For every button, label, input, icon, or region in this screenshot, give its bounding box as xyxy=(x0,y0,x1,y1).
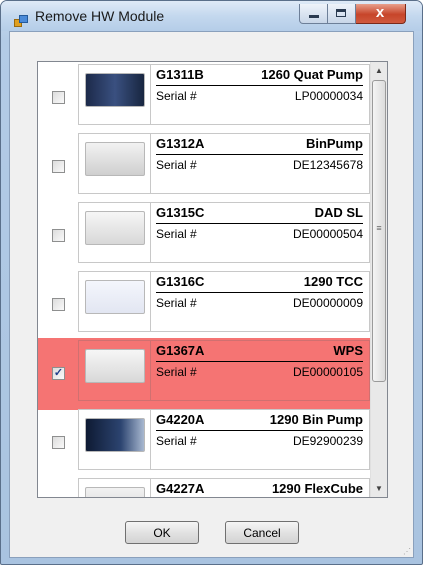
serial-value: DE12345678 xyxy=(292,158,363,172)
close-icon: x xyxy=(375,4,385,21)
vertical-scrollbar[interactable]: ▲ ≡ ▼ xyxy=(370,62,387,497)
maximize-icon xyxy=(336,9,346,17)
card-divider xyxy=(150,410,151,469)
card-divider xyxy=(150,65,151,124)
serial-label: Serial # xyxy=(156,434,197,448)
scroll-down-button[interactable]: ▼ xyxy=(371,480,387,497)
module-card[interactable]: G4227A1290 FlexCubeSerial # xyxy=(78,478,370,497)
serial-label: Serial # xyxy=(156,158,197,172)
module-model: G4227A xyxy=(156,481,205,496)
module-card[interactable]: G4220A 1290 Bin Pump Serial # DE92900239 xyxy=(78,409,370,470)
maximize-button[interactable] xyxy=(328,4,356,24)
serial-value: DE92900239 xyxy=(292,434,363,448)
cancel-button[interactable]: Cancel xyxy=(225,521,299,544)
module-card[interactable]: G1315C DAD SL Serial # DE00000504 xyxy=(78,202,370,263)
checkmark-icon: ✓ xyxy=(53,367,64,379)
module-model: G1316C xyxy=(156,274,205,289)
scrollbar-thumb[interactable]: ≡ xyxy=(372,80,386,382)
grip-icon: ≡ xyxy=(376,223,382,233)
card-divider xyxy=(150,203,151,262)
module-card[interactable]: G1311B 1260 Quat Pump Serial # LP00000034 xyxy=(78,64,370,125)
module-model: G1315C xyxy=(156,205,205,220)
scroll-up-button[interactable]: ▲ xyxy=(371,62,387,79)
header-underline xyxy=(156,430,363,431)
chevron-up-icon: ▲ xyxy=(375,66,383,75)
header-underline xyxy=(156,361,363,362)
module-thumbnail xyxy=(85,73,145,107)
module-thumbnail xyxy=(85,349,145,383)
header-underline xyxy=(156,223,363,224)
list-item[interactable]: G1316C 1290 TCC Serial # DE00000009 xyxy=(38,269,370,341)
close-button[interactable]: x xyxy=(356,4,406,24)
card-divider xyxy=(150,134,151,193)
module-checkbox[interactable] xyxy=(52,298,65,311)
module-name: 1260 Quat Pump xyxy=(261,67,363,82)
title-bar[interactable]: Remove HW Module x xyxy=(1,1,422,31)
module-name: 1290 Bin Pump xyxy=(269,412,363,427)
module-thumbnail xyxy=(85,142,145,176)
module-checkbox[interactable] xyxy=(52,436,65,449)
minimize-button[interactable] xyxy=(299,4,328,24)
serial-value: DE00000504 xyxy=(292,227,363,241)
header-underline xyxy=(156,154,363,155)
module-name: WPS xyxy=(333,343,363,358)
header-underline xyxy=(156,85,363,86)
resize-grip-icon[interactable]: ⋰ xyxy=(403,547,411,556)
list-item[interactable]: G4227A1290 FlexCubeSerial # xyxy=(38,476,370,497)
list-item[interactable]: G1315C DAD SL Serial # DE00000504 xyxy=(38,200,370,272)
module-thumbnail xyxy=(85,487,145,497)
module-name: DAD SL xyxy=(314,205,363,220)
module-card[interactable]: G1367A WPS Serial # DE00000105 xyxy=(78,340,370,401)
serial-label: Serial # xyxy=(156,89,197,103)
serial-label: Serial # xyxy=(156,296,197,310)
module-list[interactable]: G1311B 1260 Quat Pump Serial # LP00000034 G1… xyxy=(37,61,388,498)
module-checkbox[interactable] xyxy=(52,91,65,104)
module-model: G1312A xyxy=(156,136,205,151)
module-card[interactable]: G1316C 1290 TCC Serial # DE00000009 xyxy=(78,271,370,332)
dialog-window: Remove HW Module x G1311B 1260 Quat Pump S… xyxy=(0,0,423,565)
chevron-down-icon: ▼ xyxy=(375,484,383,493)
module-name: BinPump xyxy=(305,136,363,151)
header-underline xyxy=(156,292,363,293)
list-item[interactable]: ✓ G1367A WPS Serial # DE00000105 xyxy=(38,338,370,410)
module-name: 1290 TCC xyxy=(303,274,363,289)
ok-button[interactable]: OK xyxy=(125,521,199,544)
serial-value: DE00000105 xyxy=(292,365,363,379)
module-thumbnail xyxy=(85,211,145,245)
module-name: 1290 FlexCube xyxy=(271,481,363,496)
card-divider xyxy=(150,341,151,400)
minimize-icon xyxy=(309,15,319,18)
card-divider xyxy=(150,272,151,331)
list-item[interactable]: G1311B 1260 Quat Pump Serial # LP00000034 xyxy=(38,62,370,134)
module-checkbox[interactable]: ✓ xyxy=(52,367,65,380)
module-card[interactable]: G1312A BinPump Serial # DE12345678 xyxy=(78,133,370,194)
module-model: G4220A xyxy=(156,412,205,427)
serial-value: DE00000009 xyxy=(292,296,363,310)
module-model: G1311B xyxy=(156,67,204,82)
module-model: G1367A xyxy=(156,343,205,358)
serial-label: Serial # xyxy=(156,365,197,379)
module-checkbox[interactable] xyxy=(52,229,65,242)
serial-value: LP00000034 xyxy=(294,89,363,103)
list-item[interactable]: G4220A 1290 Bin Pump Serial # DE92900239 xyxy=(38,407,370,479)
window-title: Remove HW Module xyxy=(35,8,165,24)
dialog-client-area: G1311B 1260 Quat Pump Serial # LP00000034 G1… xyxy=(9,31,414,558)
module-thumbnail xyxy=(85,418,145,452)
module-thumbnail xyxy=(85,280,145,314)
serial-label: Serial # xyxy=(156,227,197,241)
module-checkbox[interactable] xyxy=(52,160,65,173)
card-divider xyxy=(150,479,151,497)
list-item[interactable]: G1312A BinPump Serial # DE12345678 xyxy=(38,131,370,203)
app-icon xyxy=(14,15,28,27)
